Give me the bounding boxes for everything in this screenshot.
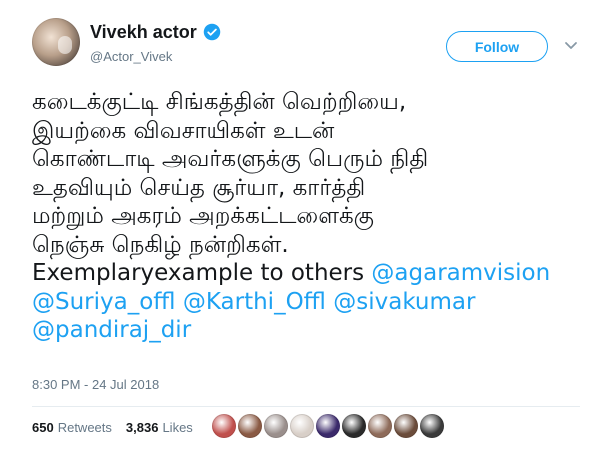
liker-avatar[interactable] bbox=[212, 414, 236, 438]
likes-stat[interactable]: 3,836 Likes bbox=[126, 420, 193, 435]
likes-label: Likes bbox=[162, 420, 193, 435]
liker-avatar[interactable] bbox=[342, 414, 366, 438]
tweet-text-segment: கடைக்குட்டி சிங்கத்தின் வெற்றியை, bbox=[32, 89, 407, 115]
tweet-text-segment: கொண்டாடி அவர்களுக்கு பெரும் நிதி bbox=[32, 146, 429, 172]
mention-link[interactable]: @Karthi_Offl bbox=[183, 289, 326, 315]
retweets-count: 650 bbox=[32, 420, 54, 435]
tweet-stats: 650 Retweets 3,836 Likes bbox=[32, 420, 207, 435]
tweet-text-line: @Suriya_offl @Karthi_Offl @sivakumar bbox=[32, 288, 582, 317]
liker-avatar[interactable] bbox=[316, 414, 340, 438]
verified-badge-icon bbox=[203, 23, 220, 41]
tweet-text: கடைக்குட்டி சிங்கத்தின் வெற்றியை, இயற்கை … bbox=[32, 88, 582, 345]
tweet-text-line: இயற்கை விவசாயிகள் உடன் bbox=[32, 117, 582, 146]
tweet-text-line: Exemplaryexample to others @agaramvision bbox=[32, 259, 582, 288]
mention-link[interactable]: @Suriya_offl bbox=[32, 289, 176, 315]
liker-avatar[interactable] bbox=[238, 414, 262, 438]
tweet-text-segment: நெஞ்சு நெகிழ் நன்றிகள். bbox=[32, 231, 289, 258]
tweet-text-line: நெஞ்சு நெகிழ் நன்றிகள். bbox=[32, 231, 582, 260]
mention-link[interactable]: @pandiraj_dir bbox=[32, 317, 191, 343]
liker-avatars bbox=[212, 414, 446, 438]
tweet-text-segment bbox=[176, 289, 183, 315]
tweet-text-line: உதவியும் செய்த சூர்யா, கார்த்தி bbox=[32, 174, 582, 203]
mention-link[interactable]: @agaramvision bbox=[371, 260, 550, 286]
tweet-text-line: கொண்டாடி அவர்களுக்கு பெரும் நிதி bbox=[32, 145, 582, 174]
divider-top bbox=[32, 406, 580, 407]
author-handle[interactable]: @Actor_Vivek bbox=[90, 49, 172, 64]
tweet-text-segment: Exemplaryexample to others bbox=[32, 260, 372, 286]
tweet-text-line: கடைக்குட்டி சிங்கத்தின் வெற்றியை, bbox=[32, 88, 582, 117]
mention-link[interactable]: @sivakumar bbox=[333, 289, 475, 315]
display-name[interactable]: Vivekh actor bbox=[90, 23, 197, 41]
tweet-text-segment: மற்றும் அகரம் அறக்கட்டளைக்கு bbox=[32, 203, 374, 229]
tweet-text-line: @pandiraj_dir bbox=[32, 316, 582, 345]
tweet-timestamp[interactable]: 8:30 PM - 24 Jul 2018 bbox=[32, 377, 159, 392]
author-name-row: Vivekh actor bbox=[90, 23, 221, 41]
likes-count: 3,836 bbox=[125, 420, 159, 435]
retweets-stat[interactable]: 650 Retweets bbox=[32, 420, 112, 435]
liker-avatar[interactable] bbox=[264, 414, 288, 438]
liker-avatar[interactable] bbox=[368, 414, 392, 438]
tweet-text-segment: இயற்கை விவசாயிகள் உடன் bbox=[32, 117, 335, 144]
tweet-text-segment: உதவியும் செய்த சூர்யா, கார்த்தி bbox=[32, 174, 366, 201]
avatar[interactable] bbox=[32, 18, 80, 66]
follow-button[interactable]: Follow bbox=[446, 31, 548, 62]
tweet-card: Vivekh actor @Actor_Vivek Follow கடைக்கு… bbox=[0, 0, 600, 450]
chevron-down-icon[interactable] bbox=[563, 37, 579, 53]
liker-avatar[interactable] bbox=[290, 414, 314, 438]
liker-avatar[interactable] bbox=[420, 414, 444, 438]
tweet-text-line: மற்றும் அகரம் அறக்கட்டளைக்கு bbox=[32, 202, 582, 231]
retweets-label: Retweets bbox=[57, 420, 112, 435]
liker-avatar[interactable] bbox=[394, 414, 418, 438]
